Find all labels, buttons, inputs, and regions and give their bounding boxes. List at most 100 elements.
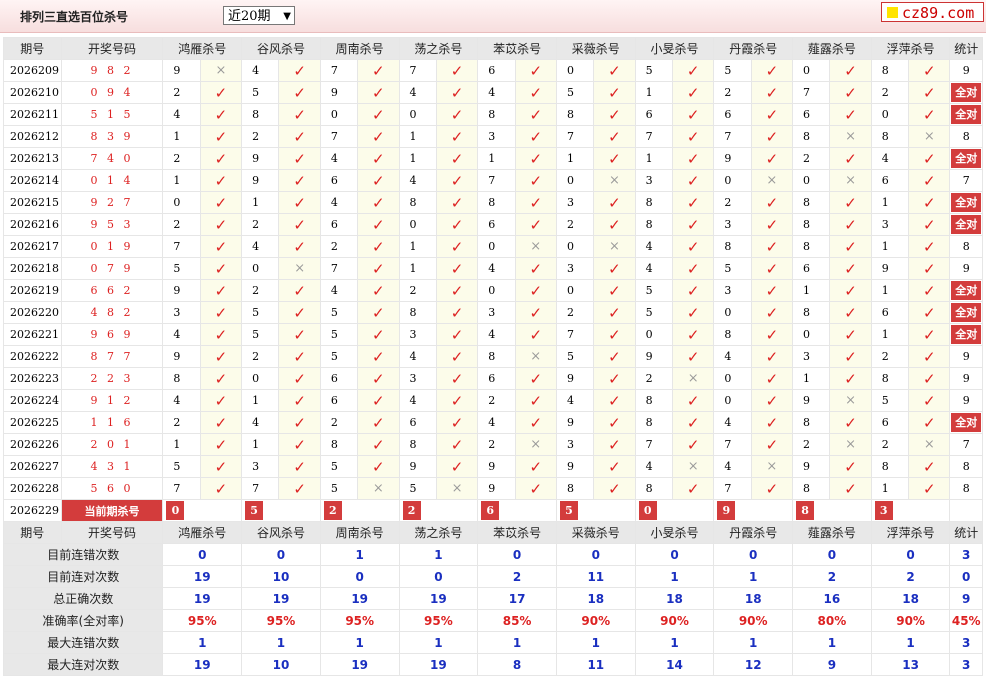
kill-number-cell: 1 — [870, 235, 910, 258]
kill-number-cell: 5 — [319, 345, 359, 368]
correct-check-icon: ✓ — [199, 323, 243, 346]
stat-label: 总正确次数 — [2, 587, 164, 610]
correct-check-icon: ✓ — [278, 345, 321, 368]
period-range-select[interactable]: 近20期 ▼ — [223, 6, 295, 25]
kill-number-cell: 3 — [792, 345, 831, 368]
kill-number-cell: 1 — [870, 191, 910, 214]
current-kill-badge: 3 — [874, 501, 893, 520]
col-header-expert[interactable]: 丹霞杀号 — [713, 521, 794, 544]
col-header-expert[interactable]: 小旻杀号 — [634, 521, 715, 544]
kill-number-cell: 0 — [398, 213, 437, 236]
col-header-expert[interactable]: 丹霞杀号 — [713, 37, 794, 60]
kill-number-cell: 5 — [319, 455, 359, 478]
current-kill-cell: 5 — [241, 499, 321, 522]
col-header-expert[interactable]: 苯苡杀号 — [477, 37, 557, 60]
kill-number-cell: 9 — [634, 345, 673, 368]
kill-number-cell: 0 — [241, 257, 280, 280]
correct-check-icon: ✓ — [671, 235, 715, 258]
correct-check-icon: ✓ — [750, 345, 794, 368]
stat-cell: 7 — [949, 169, 983, 192]
col-header-expert[interactable]: 周南杀号 — [319, 37, 400, 60]
col-header-expert[interactable]: 鸿雁杀号 — [162, 37, 243, 60]
kill-number-cell: 8 — [555, 103, 595, 126]
kill-number-cell: 1 — [555, 147, 595, 170]
kill-number-cell: 8 — [319, 433, 359, 456]
all-correct-badge: 全对 — [951, 105, 982, 124]
kill-number-cell: 7 — [319, 59, 359, 82]
stat-cell: 9 — [949, 59, 983, 82]
wrong-cross-icon: × — [514, 433, 557, 456]
col-header-expert[interactable]: 荡之杀号 — [398, 521, 479, 544]
col-header-expert[interactable]: 小旻杀号 — [634, 37, 715, 60]
draw-number-cell: 9 5 3 — [60, 213, 164, 236]
stat-value: 90% — [713, 609, 794, 632]
stat-cell: 全对 — [949, 301, 983, 324]
stat-cell: 8 — [949, 477, 983, 500]
col-header-expert[interactable]: 采薇杀号 — [555, 521, 636, 544]
kill-number-cell: 5 — [634, 279, 673, 302]
col-header-expert[interactable]: 谷风杀号 — [241, 521, 321, 544]
stat-cell — [949, 499, 983, 522]
kill-number-cell: 3 — [398, 367, 437, 390]
kill-number-cell: 7 — [398, 59, 437, 82]
table-row: 2026210 0 9 4 2 ✓ 5 ✓ 9 ✓ 4 ✓ 4 ✓ 5 ✓ 1 ✓ 2 ✓ 7 ✓ 2 ✓ 全对 — [3, 81, 983, 104]
all-correct-badge: 全对 — [951, 413, 982, 432]
kill-number-cell: 8 — [713, 323, 752, 346]
correct-check-icon: ✓ — [435, 433, 479, 456]
kill-number-cell: 4 — [713, 455, 752, 478]
table-row: 2026225 1 1 6 2 ✓ 4 ✓ 2 ✓ 6 ✓ 4 ✓ 9 ✓ 8 ✓ 4 ✓ 8 ✓ 6 ✓ 全对 — [3, 411, 983, 434]
kill-number-cell: 1 — [398, 235, 437, 258]
site-logo[interactable]: cz89.com — [881, 2, 984, 22]
correct-check-icon: ✓ — [514, 191, 557, 214]
kill-number-cell: 2 — [634, 367, 673, 390]
col-header-draw: 开奖号码 — [60, 37, 164, 60]
kill-number-cell: 6 — [477, 213, 516, 236]
kill-number-cell: 0 — [319, 103, 359, 126]
wrong-cross-icon: × — [829, 389, 872, 412]
correct-check-icon: ✓ — [829, 191, 872, 214]
current-kill-cell: 5 — [555, 499, 636, 522]
stat-value: 19 — [162, 587, 243, 610]
col-header-expert[interactable]: 荡之杀号 — [398, 37, 479, 60]
stat-value: 1 — [713, 631, 794, 654]
draw-number-cell: 0 1 9 — [60, 235, 164, 258]
kill-number-cell: 5 — [241, 81, 280, 104]
col-header-expert[interactable]: 谷风杀号 — [241, 37, 321, 60]
kill-number-cell: 9 — [241, 169, 280, 192]
kill-number-cell: 2 — [792, 433, 831, 456]
stat-value: 2 — [870, 565, 951, 588]
stat-value: 13 — [870, 653, 951, 676]
kill-number-cell: 6 — [477, 367, 516, 390]
kill-number-cell: 8 — [477, 103, 516, 126]
correct-check-icon: ✓ — [908, 301, 951, 324]
col-header-expert[interactable]: 采薇杀号 — [555, 37, 636, 60]
col-header-expert[interactable]: 浮萍杀号 — [870, 521, 951, 544]
kill-number-cell: 6 — [319, 213, 359, 236]
col-header-expert[interactable]: 苯苡杀号 — [477, 521, 557, 544]
col-header-expert[interactable]: 浮萍杀号 — [870, 37, 951, 60]
draw-number-cell: 7 4 0 — [60, 147, 164, 170]
kill-number-cell: 4 — [634, 235, 673, 258]
col-header-expert[interactable]: 薤露杀号 — [792, 521, 872, 544]
current-kill-cell: 2 — [398, 499, 479, 522]
correct-check-icon: ✓ — [593, 59, 636, 82]
stat-cell: 全对 — [949, 191, 983, 214]
kill-number-cell: 2 — [241, 213, 280, 236]
correct-check-icon: ✓ — [829, 147, 872, 170]
col-header-expert[interactable]: 鸿雁杀号 — [162, 521, 243, 544]
kill-number-cell: 5 — [713, 59, 752, 82]
kill-number-cell: 5 — [319, 323, 359, 346]
col-header-expert[interactable]: 薤露杀号 — [792, 37, 872, 60]
stat-value: 0 — [634, 543, 715, 566]
correct-check-icon: ✓ — [514, 411, 557, 434]
current-kill-label: 当前期杀号 — [60, 499, 164, 522]
kill-number-cell: 6 — [319, 367, 359, 390]
correct-check-icon: ✓ — [357, 455, 400, 478]
stat-value: 19 — [162, 653, 243, 676]
col-header-expert[interactable]: 周南杀号 — [319, 521, 400, 544]
kill-number-cell: 5 — [398, 477, 437, 500]
kill-number-cell: 9 — [792, 455, 831, 478]
kill-number-cell: 3 — [555, 433, 595, 456]
correct-check-icon: ✓ — [514, 477, 557, 500]
stat-value: 0 — [870, 543, 951, 566]
